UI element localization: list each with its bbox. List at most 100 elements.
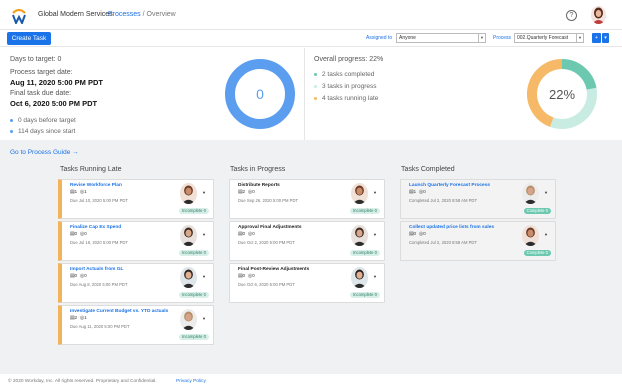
task-title[interactable]: Distribute Reports: [238, 183, 280, 188]
bullet-running-late: 4 tasks running late: [314, 95, 378, 102]
status-text: Incomplete: [353, 292, 374, 297]
task-title[interactable]: Import Actuals from GL: [70, 267, 123, 272]
task-card[interactable]: Revise Workforce Plan ▤1 ◎1 Due Jul 10, 20…: [58, 179, 214, 219]
progress-donut-value: 22%: [549, 87, 575, 102]
assignee-avatar[interactable]: [180, 225, 197, 246]
comment-count: 0: [252, 190, 255, 195]
task-title[interactable]: Collect updated price lists from sales: [409, 225, 494, 230]
task-card[interactable]: Launch Quarterly Forecast Process ▤1 ◎0 Co…: [400, 179, 556, 219]
task-title[interactable]: Final Post-Review Adjustments: [238, 267, 309, 272]
task-title[interactable]: Finalize Cap Ex Spend: [70, 225, 121, 230]
assignee-avatar[interactable]: [180, 309, 197, 330]
task-meta: ▤0 ◎0: [70, 274, 87, 279]
task-card[interactable]: Final Post-Review Adjustments ▤0 ◎0 Due Oc…: [229, 263, 385, 303]
task-card[interactable]: Collect updated price lists from sales ▤0…: [400, 221, 556, 261]
help-icon[interactable]: ?: [566, 10, 577, 21]
chevron-down-icon[interactable]: ▼: [373, 190, 377, 195]
status-badge: Complete 0: [523, 208, 551, 214]
column-title-progress: Tasks in Progress: [230, 166, 286, 173]
assigned-to-select[interactable]: Anyone ▼: [396, 33, 486, 43]
task-due-date: Completed Jul 2, 2020 8:58 AM PDT: [409, 240, 477, 245]
comment-count: 1: [84, 316, 87, 321]
assignee-avatar[interactable]: [351, 183, 368, 204]
task-card[interactable]: Investigate Current Budget vs. YTD actua…: [58, 305, 214, 345]
bullet-completed-text: 2 tasks completed: [322, 71, 375, 78]
chevron-down-icon: ▼: [478, 34, 485, 42]
status-badge: Incomplete 0: [350, 292, 380, 298]
task-card[interactable]: Distribute Reports ▤2 ◎0 Due Sep 26, 2020 …: [229, 179, 385, 219]
assignee-avatar[interactable]: [351, 225, 368, 246]
task-title[interactable]: Revise Workforce Plan: [70, 183, 122, 188]
create-task-button[interactable]: Create Task: [7, 32, 51, 45]
assignee-avatar[interactable]: [180, 183, 197, 204]
bullet-days-before: 0 days before target: [10, 117, 76, 124]
chevron-down-icon[interactable]: ▼: [202, 190, 206, 195]
process-guide-link[interactable]: Go to Process Guide →: [10, 149, 79, 156]
chevron-down-icon[interactable]: ▼: [202, 316, 206, 321]
status-badge: Incomplete 0: [179, 250, 209, 256]
comment-count: 0: [252, 232, 255, 237]
privacy-policy-link[interactable]: Privacy Policy: [176, 379, 206, 384]
column-title-late: Tasks Running Late: [60, 166, 122, 173]
bullet-in-progress-text: 3 tasks in progress: [322, 83, 377, 90]
status-text: Complete: [526, 250, 545, 255]
assignee-avatar[interactable]: [522, 183, 539, 204]
chevron-down-icon[interactable]: ▼: [373, 232, 377, 237]
task-card[interactable]: Approval Final Adjustments ▤0 ◎0 Due Oct 2…: [229, 221, 385, 261]
copyright-text: © 2020 Workday, Inc. All rights reserved…: [8, 379, 157, 384]
document-count: 0: [74, 232, 78, 237]
chevron-down-icon[interactable]: ▼: [202, 232, 206, 237]
assignee-avatar[interactable]: [180, 267, 197, 288]
progress-donut-chart: 22%: [527, 59, 597, 129]
task-meta: ▤0 ◎0: [70, 232, 87, 237]
donut-segment-completed: [561, 59, 597, 90]
chevron-down-icon[interactable]: ▼: [544, 232, 548, 237]
bullet-dot: [314, 84, 317, 88]
assignee-avatar[interactable]: [351, 267, 368, 288]
process-label: Process: [493, 35, 512, 41]
task-card[interactable]: Finalize Cap Ex Spend ▤0 ◎0 Due Jul 18, 20…: [58, 221, 214, 261]
more-dropdown-button[interactable]: ▾: [602, 33, 609, 43]
add-button[interactable]: +: [592, 33, 601, 43]
comment-count: 0: [84, 274, 87, 279]
bullet-dot: [10, 129, 13, 133]
assigned-to-value: Anyone: [399, 35, 416, 41]
bullet-dot: [314, 72, 317, 76]
status-badge: Incomplete 0: [350, 250, 380, 256]
company-name: Global Modern Services: [38, 11, 113, 18]
bullet-dot: [314, 96, 317, 100]
status-text: Incomplete: [182, 292, 203, 297]
task-due-date: Due Sep 26, 2020 5:00 PM PDT: [238, 198, 299, 203]
document-count: 0: [413, 232, 417, 237]
status-text: Incomplete: [182, 250, 203, 255]
comment-count: 1: [84, 190, 87, 195]
process-value: 002.Quarterly Forecast: [517, 35, 569, 41]
task-card[interactable]: Import Actuals from GL ▤0 ◎0 Due Aug 8, 20…: [58, 263, 214, 303]
task-title[interactable]: Approval Final Adjustments: [238, 225, 302, 230]
bullet-in-progress: 3 tasks in progress: [314, 83, 377, 90]
task-title[interactable]: Launch Quarterly Forecast Process: [409, 183, 490, 188]
breadcrumb-processes-link[interactable]: Processes: [108, 11, 141, 18]
breadcrumb-current: Overview: [146, 11, 176, 18]
chevron-down-icon[interactable]: ▼: [544, 190, 548, 195]
assigned-to-label: Assigned to: [366, 35, 393, 41]
status-text: Complete: [526, 208, 545, 213]
task-title[interactable]: Investigate Current Budget vs. YTD actua…: [70, 309, 168, 314]
task-meta: ▤2 ◎0: [238, 190, 255, 195]
workday-logo-icon[interactable]: [11, 6, 27, 24]
process-select[interactable]: 002.Quarterly Forecast ▼: [514, 33, 584, 43]
user-avatar[interactable]: [591, 6, 606, 24]
chevron-down-icon[interactable]: ▼: [373, 274, 377, 279]
days-donut-chart: 0: [225, 59, 295, 129]
status-count: 0: [545, 250, 548, 255]
task-meta: ▤2 ◎1: [70, 316, 87, 321]
status-count: 0: [545, 208, 548, 213]
chevron-down-icon[interactable]: ▼: [202, 274, 206, 279]
comment-count: 0: [252, 274, 255, 279]
document-count: 1: [413, 190, 417, 195]
progress-summary: Overall progress: 22% 2 tasks completed …: [306, 48, 622, 140]
overall-progress: Overall progress: 22%: [314, 56, 384, 63]
breadcrumb-separator: /: [142, 11, 145, 18]
assignee-avatar[interactable]: [522, 225, 539, 246]
status-count: 0: [374, 208, 377, 213]
